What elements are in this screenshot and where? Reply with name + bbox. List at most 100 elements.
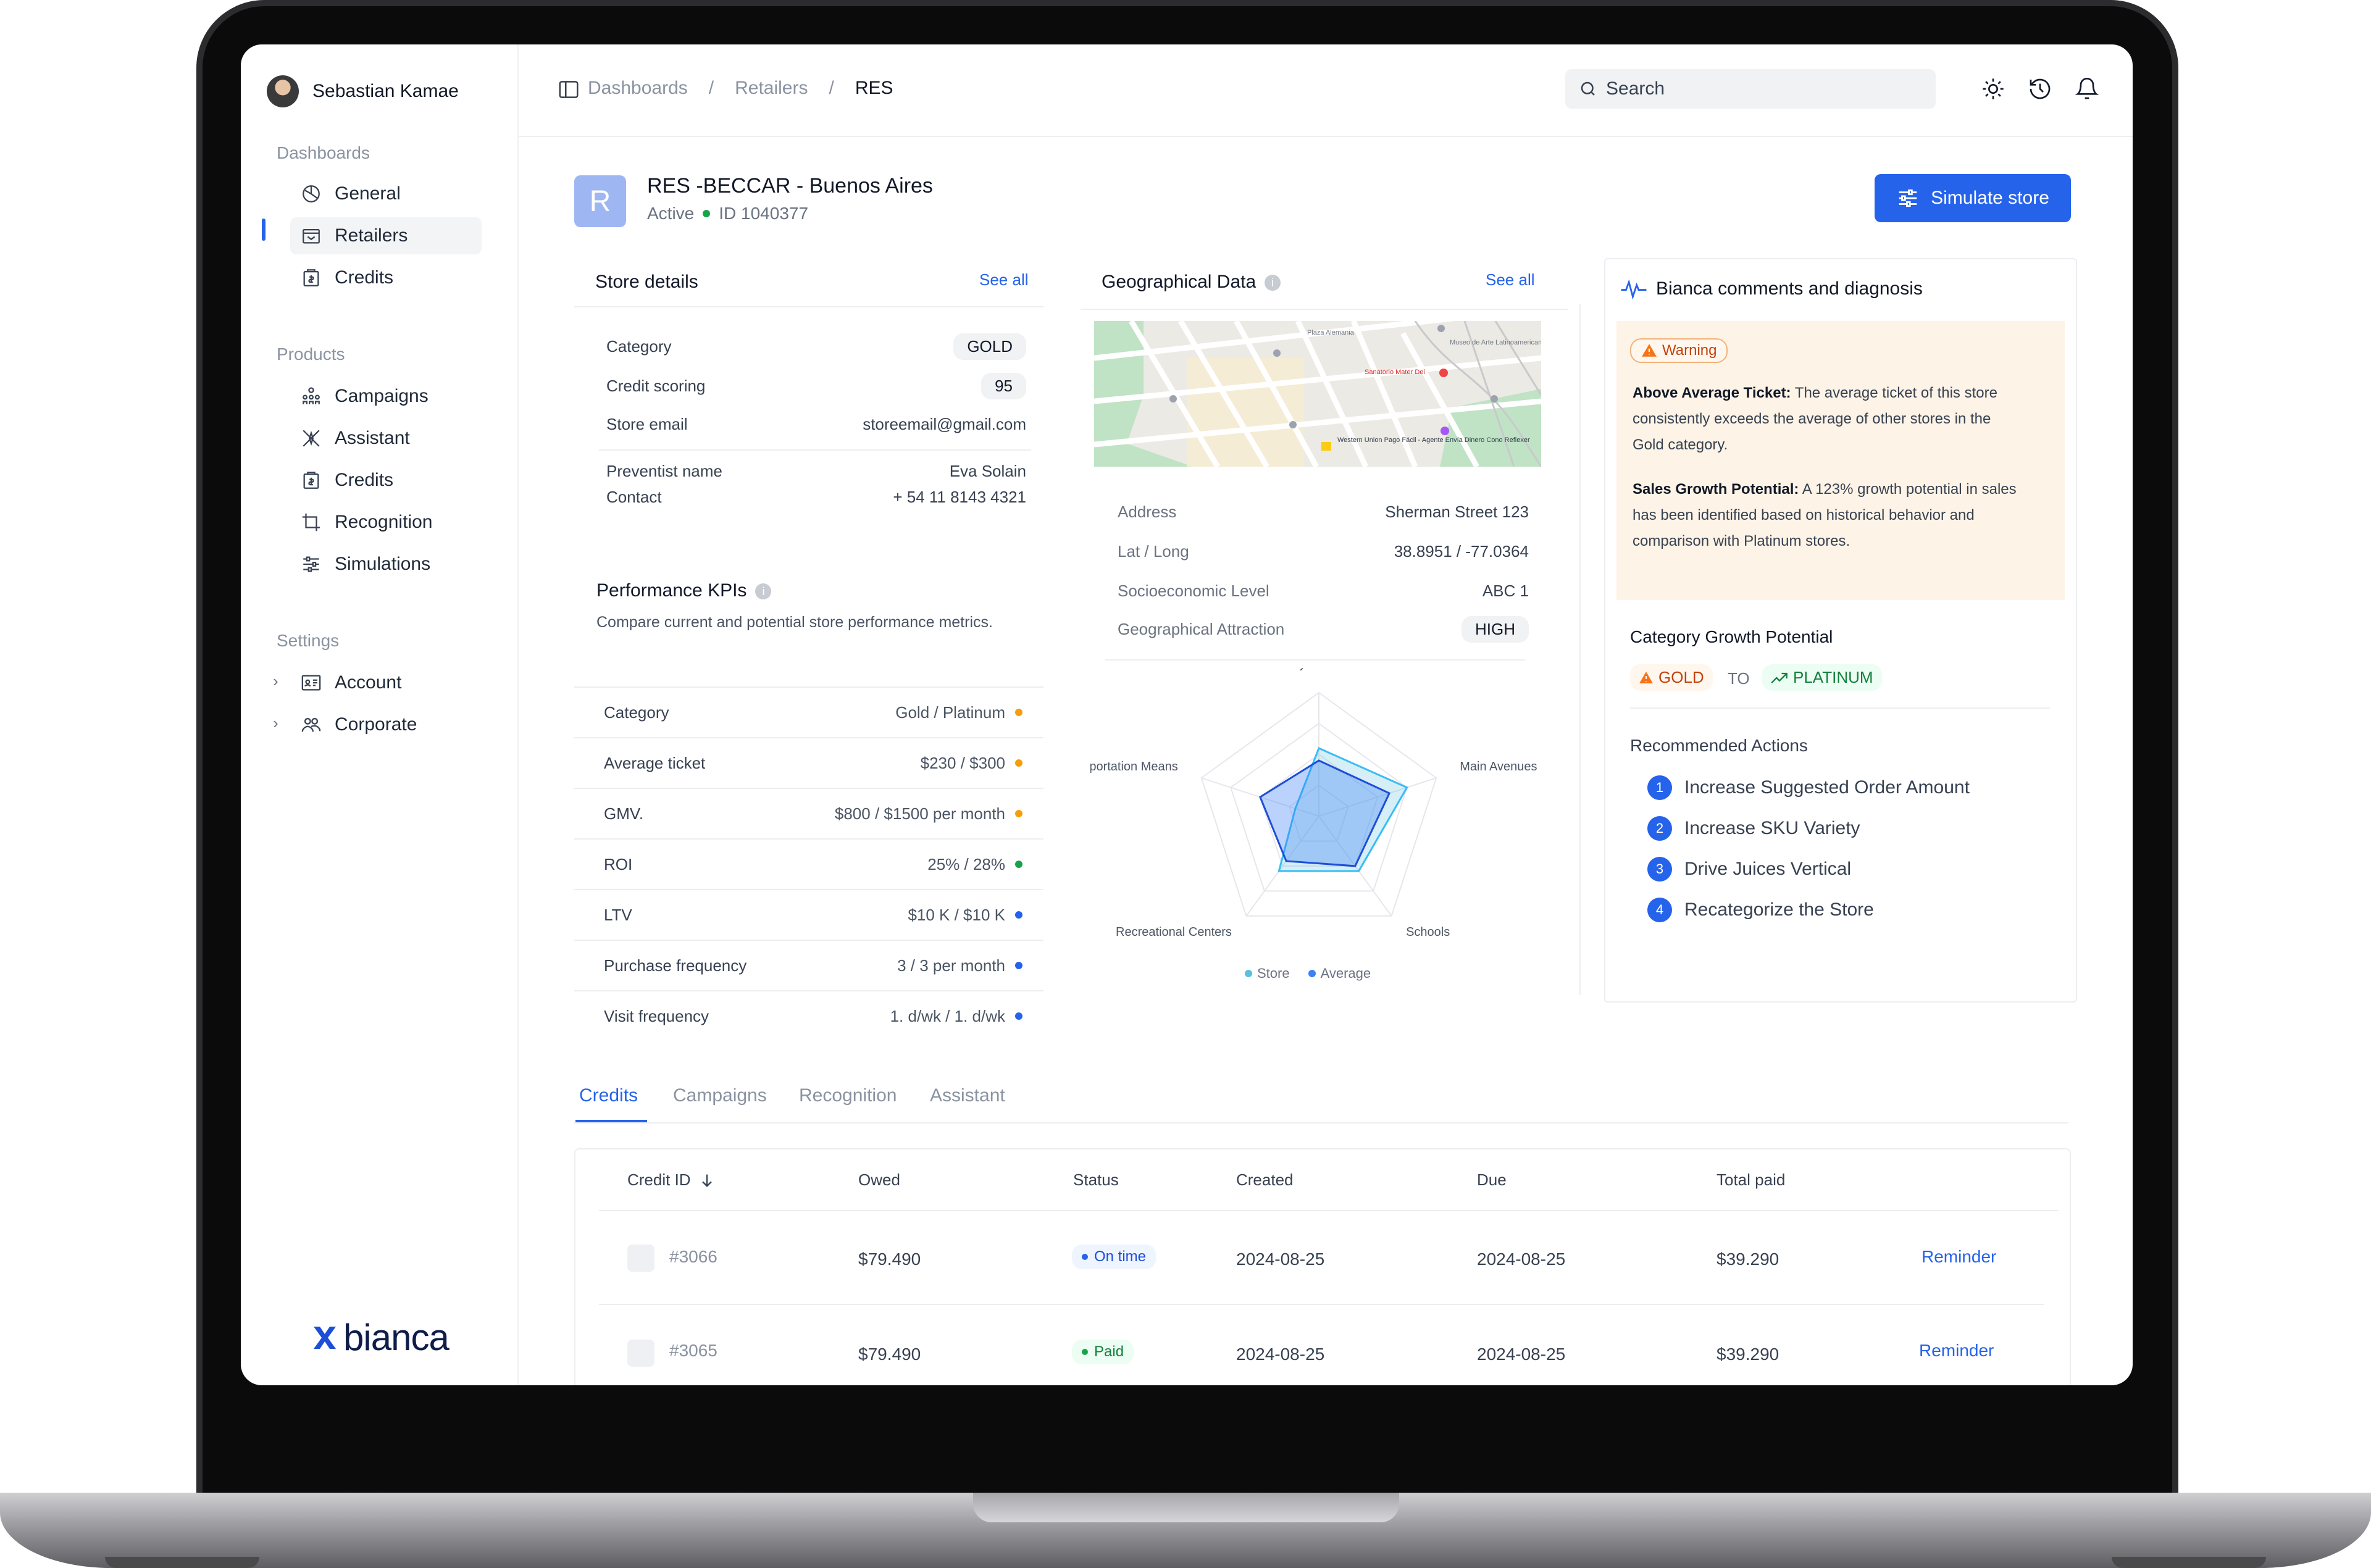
recommended-action[interactable]: 2 Increase SKU Variety — [1647, 816, 1860, 841]
action-label: Increase SKU Variety — [1684, 818, 1860, 838]
category-badge: GOLD — [953, 333, 1026, 360]
warning-icon — [1642, 344, 1657, 357]
reminder-button[interactable]: Reminder — [1921, 1247, 1996, 1267]
map-label: Sanatorio Mater Dei — [1365, 369, 1425, 376]
kpi-status-dot — [1015, 709, 1022, 716]
laptop-foot-right — [2112, 1557, 2266, 1568]
kpi-value: 25% / 28% — [927, 855, 1022, 874]
growth-title: Category Growth Potential — [1630, 627, 1833, 646]
kpi-row: Visit frequency 1. d/wk / 1. d/wk — [574, 990, 1043, 1041]
status-badge: Paid — [1072, 1340, 1134, 1364]
info-icon[interactable]: i — [755, 583, 772, 600]
kpi-row: Purchase frequency 3 / 3 per month — [574, 940, 1043, 990]
simulate-store-button[interactable]: Simulate store — [1875, 174, 2071, 222]
tab-credits[interactable]: Credits — [579, 1085, 638, 1106]
tab-campaigns[interactable]: Campaigns — [673, 1085, 767, 1106]
map-label: Museo de Arte Latinoamericano de... — [1450, 339, 1541, 346]
cell-credit-id[interactable]: #3065 — [669, 1341, 717, 1361]
recommended-action[interactable]: 3 Drive Juices Vertical — [1647, 857, 1851, 882]
warning-icon — [1639, 671, 1653, 683]
kpi-label: ROI — [604, 854, 633, 874]
kpi-label: Purchase frequency — [604, 956, 747, 975]
tab-assistant[interactable]: Assistant — [930, 1085, 1005, 1106]
geo-see-all-link[interactable]: See all — [1486, 270, 1535, 290]
page-title: RES -BECCAR - Buenos Aires — [647, 174, 933, 198]
sliders-icon — [1899, 189, 1917, 207]
info-icon[interactable]: i — [1265, 275, 1281, 291]
row-checkbox[interactable] — [627, 1245, 654, 1272]
warning-badge: Warning — [1630, 338, 1728, 363]
status-badge: On time — [1072, 1245, 1156, 1269]
kpi-value: Gold / Platinum — [895, 703, 1022, 722]
legend-store: Store — [1245, 965, 1290, 982]
step-number: 1 — [1647, 775, 1672, 800]
geo-latlong: Lat / Long 38.8951 / -77.0364 — [1118, 542, 1529, 561]
kpi-row: Category Gold / Platinum — [574, 686, 1043, 737]
cell-total-paid: $39.290 — [1717, 1345, 1779, 1364]
col-total-paid: Total paid — [1717, 1170, 1786, 1189]
bianca-title: Bianca comments and diagnosis — [1620, 278, 1923, 300]
pulse-icon — [1621, 279, 1647, 300]
kpi-row: Average ticket $230 / $300 — [574, 737, 1043, 788]
col-owed: Owed — [858, 1170, 900, 1189]
divider — [599, 1210, 2059, 1211]
kpi-row: GMV. $800 / $1500 per month — [574, 788, 1043, 838]
cell-total-paid: $39.290 — [1717, 1249, 1779, 1269]
kpi-subtitle: Compare current and potential store perf… — [596, 614, 993, 631]
radar-axis-label: Main Avenues — [1460, 760, 1537, 774]
store-details-title: Store details — [595, 272, 698, 292]
kpi-status-dot — [1015, 911, 1022, 919]
status-dot — [703, 210, 711, 217]
step-number: 3 — [1647, 857, 1672, 882]
store-meta: Active ID 1040377 — [647, 204, 808, 223]
detail-contact: Contact + 54 11 8143 4321 — [606, 488, 1026, 506]
col-status: Status — [1073, 1170, 1119, 1189]
cell-owed: $79.490 — [858, 1345, 921, 1364]
recommended-action[interactable]: 4 Recategorize the Store — [1647, 898, 1874, 922]
kpi-status-dot — [1015, 962, 1022, 969]
kpi-value: $230 / $300 — [921, 754, 1022, 773]
store-avatar: R — [574, 175, 626, 227]
kpi-title: Performance KPIs i — [596, 580, 772, 601]
legend-average: Average — [1308, 965, 1371, 982]
action-label: Drive Juices Vertical — [1684, 859, 1852, 879]
reminder-button[interactable]: Reminder — [1919, 1341, 1994, 1361]
radar-axis-label: Nearby Businesses — [1266, 668, 1372, 671]
arrow-down-icon — [701, 1174, 712, 1187]
divider — [599, 449, 1031, 451]
kpi-label: Category — [604, 703, 669, 722]
kpi-row: LTV $10 K / $10 K — [574, 889, 1043, 940]
store-details-see-all-link[interactable]: See all — [979, 270, 1029, 290]
divider — [1630, 707, 2050, 709]
location-map[interactable]: Plaza Alemania Museo de Arte Latinoameri… — [1094, 321, 1541, 467]
chart-legend: Store Average — [1245, 965, 1371, 982]
detail-preventist: Preventist name Eva Solain — [606, 462, 1026, 480]
laptop-foot-left — [105, 1557, 259, 1568]
kpi-label: Visit frequency — [604, 1006, 709, 1025]
map-label: Plaza Alemania — [1307, 329, 1355, 336]
simulate-store-label: Simulate store — [1931, 188, 2049, 208]
cell-due: 2024-08-25 — [1477, 1249, 1566, 1269]
kpi-label: Average ticket — [604, 753, 706, 772]
laptop-notch — [973, 1493, 1399, 1522]
radar-axis-label: Schools — [1406, 925, 1450, 939]
map-label: Western Union Pago Fácil - Agente Envía … — [1337, 436, 1530, 444]
action-label: Increase Suggested Order Amount — [1684, 777, 1970, 798]
divider — [1081, 309, 1568, 310]
cell-credit-id[interactable]: #3066 — [669, 1247, 717, 1267]
row-checkbox[interactable] — [627, 1340, 654, 1367]
cell-created: 2024-08-25 — [1236, 1345, 1325, 1364]
status-text: Active — [647, 204, 695, 223]
cell-due: 2024-08-25 — [1477, 1345, 1566, 1364]
kpi-status-dot — [1015, 759, 1022, 767]
tier-to-label: TO — [1728, 669, 1750, 688]
radar-axis-label: Recreational Centers — [1116, 925, 1232, 939]
divider — [1105, 659, 1525, 661]
recommended-title: Recommended Actions — [1630, 736, 1808, 755]
recommended-action[interactable]: 1 Increase Suggested Order Amount — [1647, 775, 1970, 800]
diagnosis-paragraph: Sales Growth Potential: A 123% growth po… — [1633, 481, 2017, 549]
tab-recognition[interactable]: Recognition — [799, 1085, 897, 1106]
col-credit-id[interactable]: Credit ID — [627, 1170, 716, 1190]
cell-created: 2024-08-25 — [1236, 1249, 1325, 1269]
tier-gold-badge: GOLD — [1630, 664, 1713, 691]
